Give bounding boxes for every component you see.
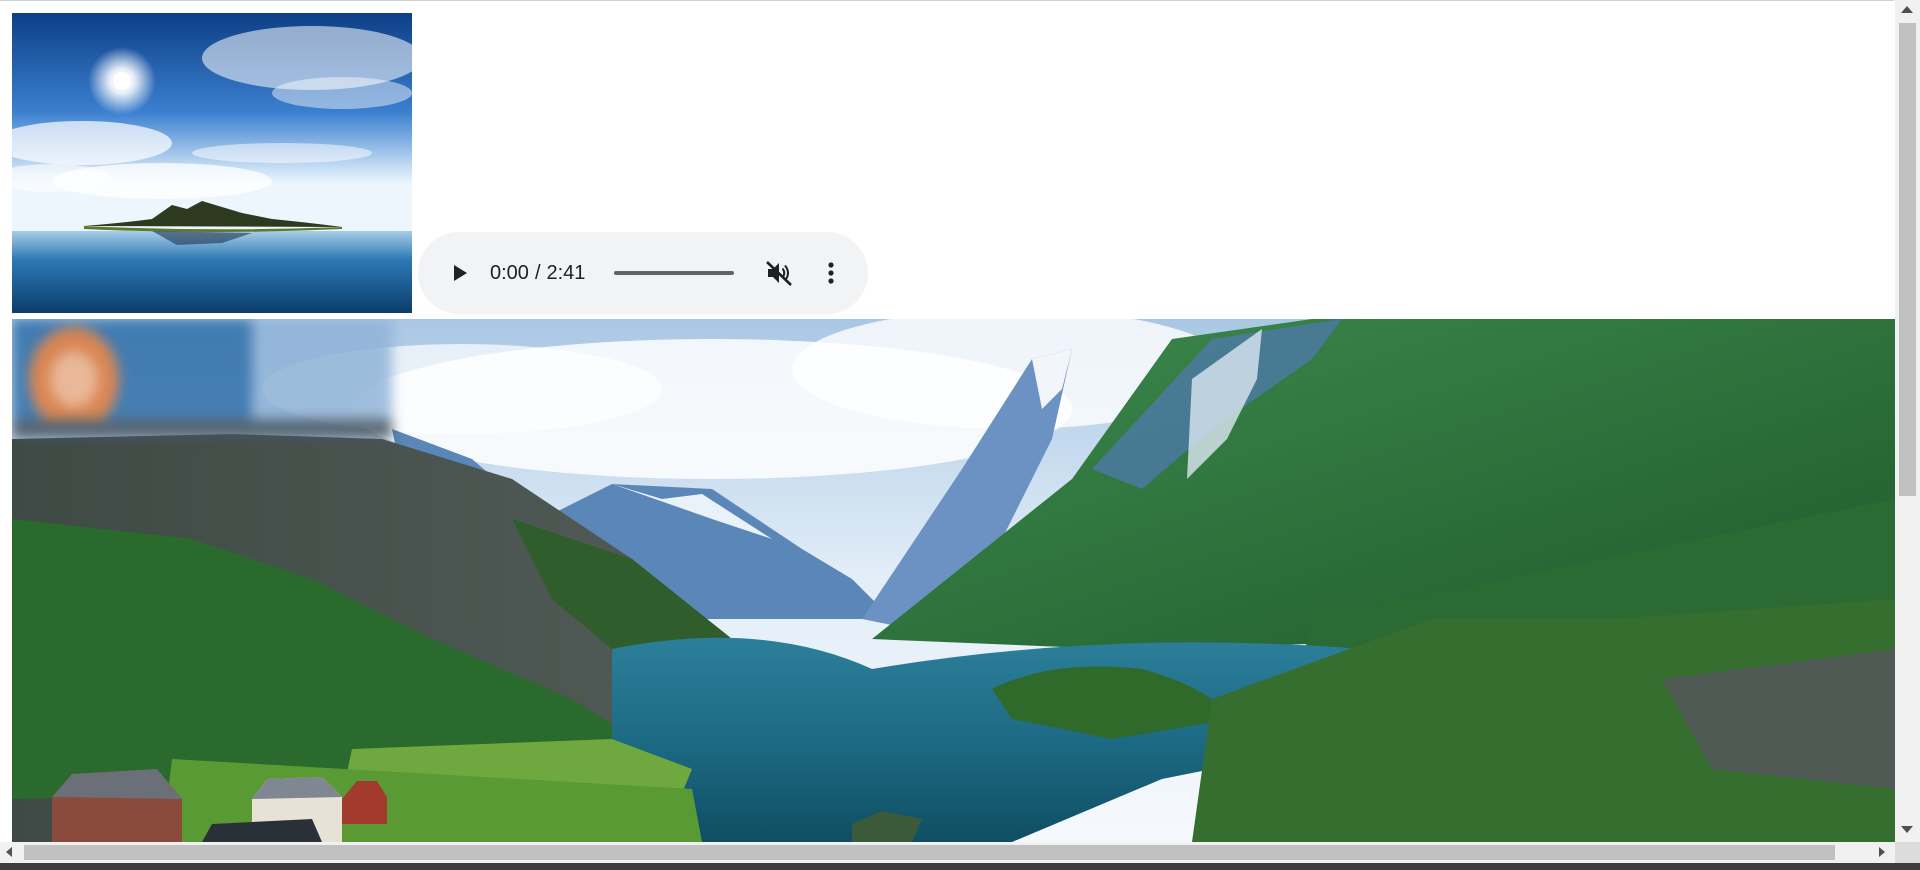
horizontal-scrollbar[interactable] — [0, 842, 1895, 863]
progress-slider[interactable] — [614, 271, 734, 275]
volume-muted-icon — [766, 261, 792, 286]
top-border — [0, 0, 1894, 1]
time-separator: / — [534, 262, 541, 284]
page: 0:00/2:41 — [0, 0, 1920, 870]
vertical-scrollbar[interactable] — [1895, 0, 1920, 842]
time-display: 0:00/2:41 — [490, 260, 585, 286]
island-image — [12, 13, 412, 313]
scroll-up-arrow-icon[interactable] — [1901, 6, 1913, 13]
video-thumbnail-overlay — [12, 319, 392, 439]
horizontal-scroll-thumb[interactable] — [24, 845, 1835, 860]
play-icon — [454, 265, 467, 281]
audio-player: 0:00/2:41 — [418, 232, 868, 314]
scrollbar-corner — [1895, 842, 1920, 863]
mute-button[interactable] — [764, 258, 794, 288]
scroll-down-arrow-icon[interactable] — [1901, 826, 1913, 833]
duration: 2:41 — [546, 262, 586, 284]
vertical-scroll-thumb[interactable] — [1899, 23, 1916, 496]
scroll-left-arrow-icon[interactable] — [6, 847, 12, 857]
window-bottom-edge — [0, 863, 1920, 870]
island-image-graphic — [12, 13, 412, 313]
more-vertical-icon — [828, 262, 834, 284]
play-button[interactable] — [444, 258, 474, 288]
fjord-video[interactable] — [12, 319, 1895, 842]
current-time: 0:00 — [490, 262, 529, 284]
scroll-right-arrow-icon[interactable] — [1879, 847, 1885, 857]
more-options-button[interactable] — [816, 258, 846, 288]
